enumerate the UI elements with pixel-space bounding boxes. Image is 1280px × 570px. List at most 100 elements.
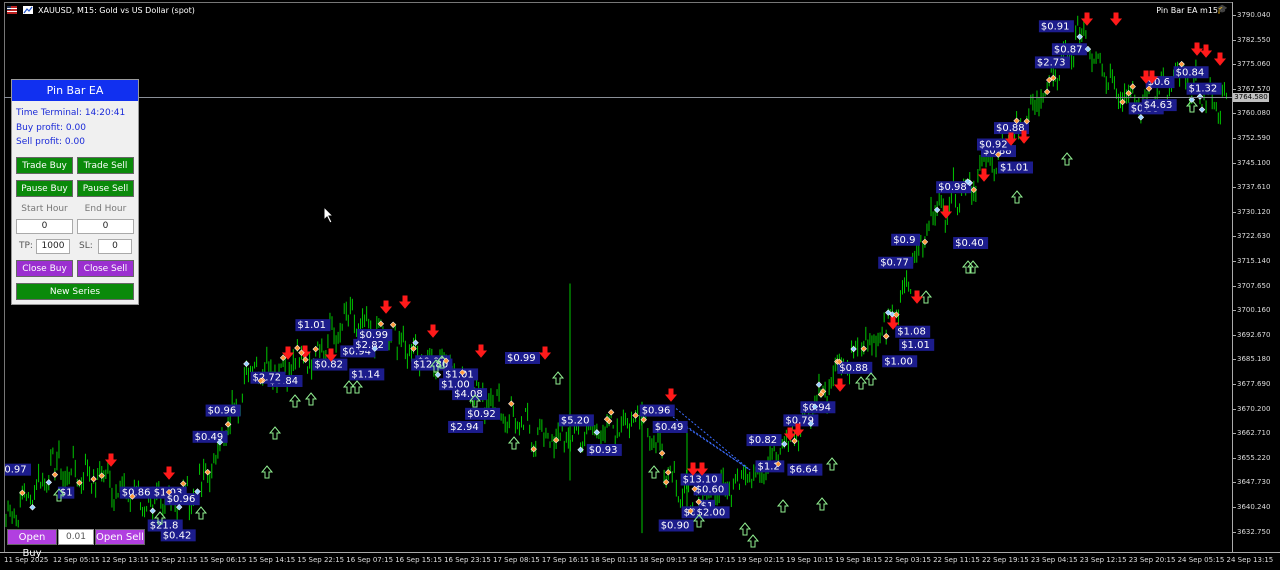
chart-type-icon (23, 6, 33, 14)
trade-sell-button[interactable]: Trade Sell (77, 157, 134, 174)
buy-arrow-icon (551, 371, 565, 385)
profit-label: $0.94 (800, 401, 836, 414)
sl-input[interactable]: 0 (98, 239, 132, 254)
profit-label: $1.00 (882, 355, 918, 368)
profit-label: $0.49 (652, 420, 688, 433)
pause-buy-button[interactable]: Pause Buy (16, 180, 73, 197)
sell-arrow-icon (977, 168, 991, 182)
profit-label: $0.82 (746, 434, 782, 447)
profit-label-text: $0.96 (642, 406, 671, 417)
price-tick: 3760.080 (1232, 109, 1271, 118)
buy-arrow-icon (854, 376, 868, 390)
profit-label: $6.64 (787, 463, 823, 476)
profit-label-text: $1.01 (1000, 162, 1029, 173)
panel-title[interactable]: Pin Bar EA (12, 80, 138, 101)
profit-label-text: $0.90 (661, 520, 690, 531)
symbol-title: XAUUSD, M15: Gold vs US Dollar (spot) (38, 6, 195, 15)
profit-label-text: $5.20 (561, 415, 590, 426)
trade-marker (51, 471, 59, 478)
close-buy-button[interactable]: Close Buy (16, 260, 73, 277)
profit-label: $0.88 (837, 361, 873, 374)
price-tick: 3790.040 (1232, 11, 1271, 19)
profit-label-text: $0.82 (749, 435, 778, 446)
chart-area[interactable]: $0.97$1$0.86$1.03$0.96$21.8$0.42$0.49$0.… (4, 2, 1233, 553)
profit-label: $1.01 (899, 338, 935, 351)
profit-label: $1.01 (295, 319, 331, 332)
buy-arrow-icon (776, 499, 790, 513)
buy-arrow-icon (864, 372, 878, 386)
end-hour-label: End Hour (84, 204, 127, 214)
mouse-cursor-icon (323, 206, 335, 224)
buy-arrow-icon (815, 497, 829, 511)
time-tick: 19 Sep 02:15 (737, 556, 785, 564)
price-tick: 3752.590 (1232, 134, 1271, 142)
profit-label-text: $0.92 (979, 140, 1008, 151)
lot-size-input[interactable]: 0.01 (58, 529, 94, 545)
sell-profit-label: Sell profit: 0.00 (16, 137, 85, 147)
profit-label: $0.84 (1173, 66, 1209, 79)
time-scale[interactable]: 11 Sep 202512 Sep 05:1512 Sep 13:1512 Se… (0, 552, 1280, 570)
trade-buy-button[interactable]: Trade Buy (16, 157, 73, 174)
time-tick: 12 Sep 05:15 (52, 556, 100, 564)
ea-title: Pin Bar EA m15 (1156, 6, 1218, 15)
price-scale[interactable]: 3790.040 3782.550 3775.060 3767.570 3760.080… (1232, 2, 1280, 552)
sell-arrow-icon (833, 378, 847, 392)
profit-label-text: $4.63 (1144, 100, 1173, 111)
time-tick: 24 Sep 13:15 (1226, 556, 1274, 564)
profit-label: $0.98 (936, 181, 972, 194)
price-chart[interactable]: $0.97$1$0.86$1.03$0.96$21.8$0.42$0.49$0.… (5, 3, 1233, 553)
trade-marker (294, 344, 301, 352)
chart-window[interactable]: $0.97$1$0.86$1.03$0.96$21.8$0.42$0.49$0.… (0, 0, 1280, 570)
time-tick: 17 Sep 08:15 (493, 556, 540, 564)
time-tick: 19 Sep 18:15 (835, 556, 883, 564)
buy-arrow-icon (1060, 152, 1074, 166)
price-tick: 3782.550 (1232, 35, 1271, 44)
profit-label: $1 (57, 486, 75, 499)
trade-marker (883, 333, 890, 340)
time-tick: 16 Sep 15:15 (395, 556, 442, 564)
trade-marker (149, 507, 156, 514)
open-sell-button[interactable]: Open Sell (95, 529, 145, 545)
sell-arrow-icon (664, 388, 678, 402)
trade-marker (312, 345, 319, 353)
buy-arrow-icon (288, 394, 302, 408)
time-tick: 23 Sep 20:15 (1128, 556, 1176, 564)
price-tick: 3677.690 (1232, 380, 1271, 388)
start-hour-input[interactable]: 0 (16, 219, 73, 234)
price-tick: 3692.670 (1232, 330, 1271, 339)
sell-arrow-icon (1109, 12, 1123, 26)
trade-marker (90, 475, 97, 483)
current-price-line (4, 97, 1232, 98)
buy-arrow-icon (738, 522, 752, 536)
new-series-button[interactable]: New Series (16, 283, 134, 300)
profit-label: $5.20 (558, 414, 594, 427)
profit-label: $1.08 (895, 325, 931, 338)
price-tick: 3737.610 (1232, 183, 1271, 192)
profit-label: $0.40 (953, 237, 989, 250)
profit-label-text: $1.01 (297, 320, 326, 331)
profit-label-text: $0.40 (955, 238, 984, 249)
open-buy-button[interactable]: Open Buy (7, 529, 57, 559)
profit-label: $0.90 (658, 519, 694, 532)
price-tick: 3647.730 (1232, 478, 1271, 487)
pause-sell-button[interactable]: Pause Sell (77, 180, 134, 197)
profit-label: $0.42 (160, 529, 196, 542)
profit-label: $0.79 (783, 414, 819, 427)
profit-label-text: $0.77 (880, 258, 909, 269)
profit-label: $0.91 (1038, 20, 1074, 33)
profit-label: $0.9 (891, 233, 920, 246)
sell-arrow-icon (474, 344, 488, 358)
profit-label: $0.96 (639, 404, 675, 417)
time-terminal-label: Time Terminal: 14:20:41 (16, 108, 126, 118)
time-tick: 23 Sep 04:15 (1030, 556, 1078, 564)
buy-arrow-icon (304, 392, 318, 406)
profit-label: $2.73 (1034, 56, 1070, 69)
tp-input[interactable]: 1000 (36, 239, 70, 254)
profit-label-text: $0.86 (122, 488, 151, 499)
end-hour-input[interactable]: 0 (77, 219, 134, 234)
profit-label-text: $0.92 (467, 409, 496, 420)
time-tick: 15 Sep 06:15 (199, 556, 247, 564)
profit-label: $1.2 (755, 460, 785, 473)
buy-arrow-icon (746, 534, 760, 548)
close-sell-button[interactable]: Close Sell (77, 260, 134, 277)
